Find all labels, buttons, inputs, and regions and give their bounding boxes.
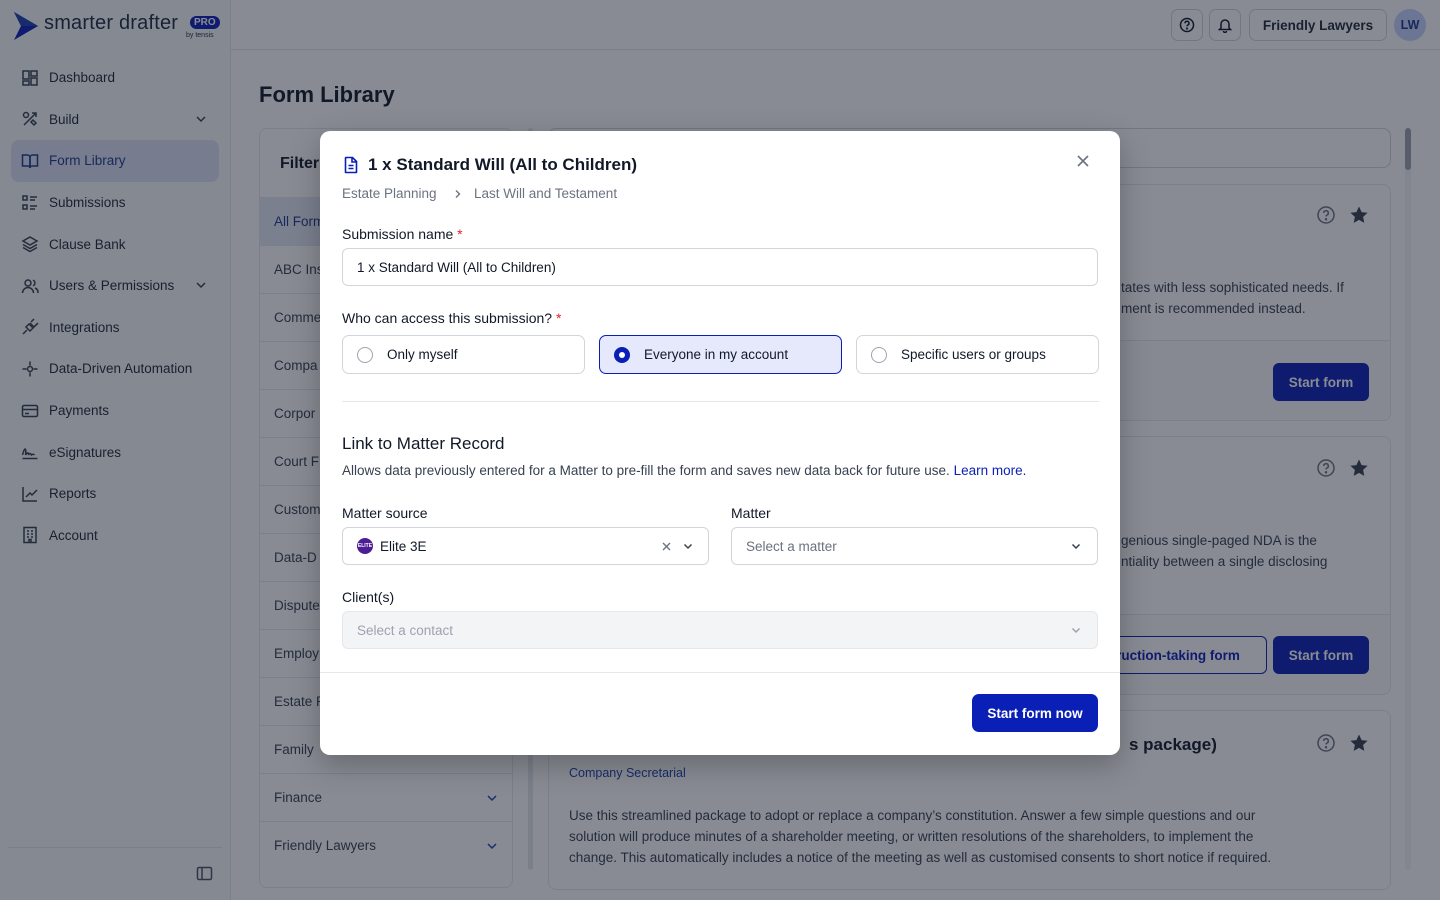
matter-section-title: Link to Matter Record xyxy=(342,434,505,453)
chevron-right-icon xyxy=(455,190,461,198)
label-text: Submission name xyxy=(342,226,454,242)
start-submission-modal: 1 x Standard Will (All to Children) Esta… xyxy=(320,131,1120,755)
label-text: Who can access this submission? xyxy=(342,310,553,326)
matter-source-label: Matter source xyxy=(342,505,428,521)
matter-select[interactable]: Select a matter xyxy=(731,527,1098,565)
submission-name-input[interactable]: 1 x Standard Will (All to Children) xyxy=(342,248,1098,286)
chevron-down-icon xyxy=(683,543,693,550)
access-option-only-myself[interactable]: Only myself xyxy=(342,335,585,374)
chevron-down-icon xyxy=(1071,543,1081,550)
matter-section-description: Allows data previously entered for a Mat… xyxy=(342,463,1026,478)
matter-label: Matter xyxy=(731,505,771,521)
access-label: Who can access this submission? * xyxy=(342,310,561,326)
breadcrumb-item[interactable]: Estate Planning xyxy=(342,186,437,201)
close-icon[interactable] xyxy=(1075,153,1091,169)
matter-source-select[interactable]: ELITE Elite 3E xyxy=(342,527,709,565)
radio-selected-icon xyxy=(614,346,630,363)
select-placeholder: Select a contact xyxy=(357,622,454,638)
start-form-now-button[interactable]: Start form now xyxy=(972,694,1098,732)
radio-label: Everyone in my account xyxy=(644,347,789,362)
description-text: Allows data previously entered for a Mat… xyxy=(342,463,950,478)
breadcrumb-item[interactable]: Last Will and Testament xyxy=(474,186,617,201)
required-mark: * xyxy=(555,310,562,326)
learn-more-link[interactable]: Learn more. xyxy=(954,463,1027,478)
document-icon xyxy=(344,156,358,174)
modal-title: 1 x Standard Will (All to Children) xyxy=(368,155,638,174)
clients-label: Client(s) xyxy=(342,589,395,605)
select-value: Elite 3E xyxy=(380,538,427,554)
radio-icon xyxy=(357,346,373,363)
chevron-down-icon xyxy=(1071,627,1081,634)
radio-label: Only myself xyxy=(387,347,458,362)
radio-icon xyxy=(871,346,887,363)
select-placeholder: Select a matter xyxy=(746,538,837,554)
input-value: 1 x Standard Will (All to Children) xyxy=(357,259,556,275)
access-option-specific[interactable]: Specific users or groups xyxy=(856,335,1099,374)
required-mark: * xyxy=(457,226,463,242)
radio-label: Specific users or groups xyxy=(901,347,1046,362)
clear-icon[interactable] xyxy=(661,541,672,552)
access-option-everyone[interactable]: Everyone in my account xyxy=(599,335,842,374)
clients-select[interactable]: Select a contact xyxy=(342,611,1098,649)
elite-3e-logo-icon: ELITE xyxy=(357,538,373,554)
section-divider xyxy=(342,401,1099,402)
submission-name-label: Submission name * xyxy=(342,226,463,242)
modal-footer-divider xyxy=(320,672,1120,673)
